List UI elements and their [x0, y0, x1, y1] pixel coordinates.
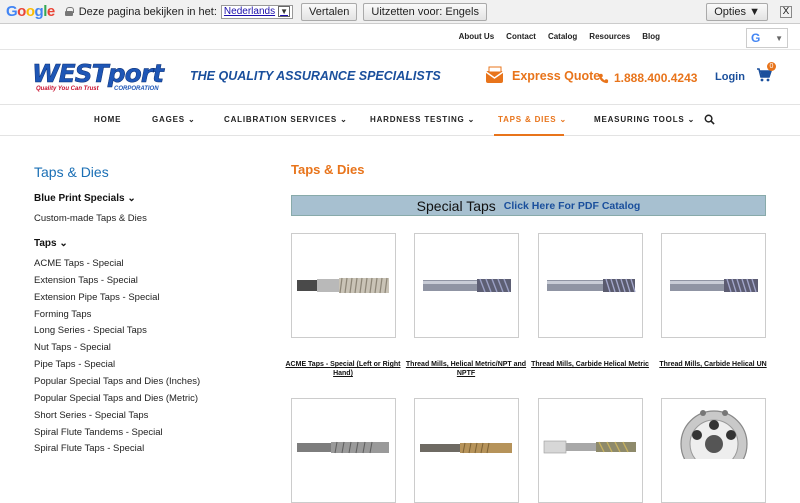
die-image — [680, 410, 748, 478]
translate-message: Deze pagina bekijken in het: — [78, 5, 217, 18]
product-caption[interactable]: Thread Mills, Helical Metric/NPT and NPT… — [401, 360, 531, 378]
main-nav: HOME GAGES ⌄ CALIBRATION SERVICES ⌄ HARD… — [0, 106, 800, 136]
sidebar-item[interactable]: Nut Taps - Special — [34, 342, 111, 353]
sidebar-item[interactable]: ACME Taps - Special — [34, 258, 124, 269]
chevron-down-icon: ⌄ — [127, 193, 136, 204]
nav-link-catalog[interactable]: Catalog — [548, 32, 577, 41]
lock-icon — [64, 7, 74, 16]
dropdown-arrow-icon: ▼ — [775, 33, 783, 43]
product-card-thread-mills-carbide-metric[interactable] — [538, 233, 643, 338]
sidebar-item[interactable]: Forming Taps — [34, 309, 91, 320]
nav-link-resources[interactable]: Resources — [589, 32, 630, 41]
phone-icon — [598, 73, 609, 83]
translate-button[interactable]: Vertalen — [301, 2, 358, 21]
turn-off-translation-button[interactable]: Uitzetten voor: Engels — [363, 2, 487, 21]
google-translate-widget[interactable]: G ▼ — [746, 28, 788, 48]
close-translate-bar-button[interactable]: X — [780, 5, 792, 18]
product-card[interactable] — [291, 398, 396, 503]
sidebar-item[interactable]: Pipe Taps - Special — [34, 359, 115, 370]
search-icon[interactable] — [704, 114, 715, 125]
sidebar-section-taps[interactable]: Taps ⌄ — [34, 238, 68, 249]
express-quote-button[interactable]: Express Quote — [484, 66, 600, 86]
product-card[interactable] — [661, 398, 766, 503]
product-caption[interactable]: Thread Mills, Carbide Helical UN — [648, 360, 778, 369]
chevron-down-icon: ⌄ — [467, 115, 476, 124]
active-nav-indicator — [494, 134, 564, 136]
chevron-down-icon: ⌄ — [187, 115, 196, 124]
nav-taps-dies[interactable]: TAPS & DIES ⌄ — [498, 115, 567, 124]
nav-link-about-us[interactable]: About Us — [459, 32, 495, 41]
thread-mill-image — [670, 278, 758, 293]
nav-calibration-services[interactable]: CALIBRATION SERVICES ⌄ — [224, 115, 348, 124]
product-card-acme-taps[interactable] — [291, 233, 396, 338]
sidebar-item[interactable]: Popular Special Taps and Dies (Metric) — [34, 393, 198, 404]
nav-link-contact[interactable]: Contact — [506, 32, 536, 41]
sidebar-item[interactable]: Popular Special Taps and Dies (Inches) — [34, 376, 200, 387]
cart-button[interactable]: 0 — [756, 62, 776, 83]
site-header: WESTport Quality You Can Trust CORPORATI… — [0, 51, 800, 105]
sidebar-section-blue-print-specials[interactable]: Blue Print Specials ⌄ — [34, 193, 136, 204]
chevron-down-icon: ⌄ — [340, 115, 348, 124]
options-button[interactable]: Opties ▼ — [706, 2, 768, 21]
westport-logo[interactable]: WESTport Quality You Can Trust CORPORATI… — [30, 59, 175, 95]
sidebar-item[interactable]: Extension Taps - Special — [34, 275, 138, 286]
utility-nav: About Us Contact Catalog Resources Blog — [0, 24, 800, 50]
nav-home[interactable]: HOME — [94, 115, 121, 124]
thread-mill-image — [547, 278, 636, 293]
nav-link-blog[interactable]: Blog — [642, 32, 660, 41]
special-taps-banner: Special Taps Click Here For PDF Catalog — [291, 195, 766, 216]
sidebar-item[interactable]: Spiral Flute Taps - Special — [34, 443, 144, 454]
drill-image — [543, 440, 636, 454]
product-caption[interactable]: ACME Taps - Special (Left or Right Hand) — [278, 360, 408, 378]
pdf-catalog-link[interactable]: Click Here For PDF Catalog — [504, 200, 641, 212]
nav-measuring-tools[interactable]: MEASURING TOOLS ⌄ — [594, 115, 695, 124]
sidebar-title: Taps & Dies — [34, 164, 109, 180]
google-translate-bar: Google Deze pagina bekijken in het: Nede… — [0, 0, 800, 24]
chevron-down-icon: ⌄ — [59, 238, 68, 249]
page-title: Taps & Dies — [291, 162, 365, 177]
chevron-down-icon: ⌄ — [687, 115, 696, 124]
tap-image — [297, 277, 389, 294]
language-select[interactable]: Nederlands ▼ — [220, 4, 293, 19]
product-card[interactable] — [538, 398, 643, 503]
google-g-icon: G — [751, 31, 761, 45]
email-quote-icon — [485, 66, 504, 83]
banner-title: Special Taps — [416, 197, 496, 214]
login-link[interactable]: Login — [715, 71, 745, 83]
thread-mill-image — [423, 278, 511, 293]
nav-gages[interactable]: GAGES ⌄ — [152, 115, 195, 124]
dropdown-arrow-icon: ▼ — [278, 6, 290, 17]
sidebar-item[interactable]: Extension Pipe Taps - Special — [34, 292, 160, 303]
phone-link[interactable]: 1.888.400.4243 — [598, 71, 697, 85]
sidebar-item[interactable]: Long Series - Special Taps — [34, 325, 147, 336]
tap-image — [420, 442, 512, 454]
nav-hardness-testing[interactable]: HARDNESS TESTING ⌄ — [370, 115, 475, 124]
google-logo: Google — [6, 3, 55, 20]
sidebar-item[interactable]: Spiral Flute Tandems - Special — [34, 427, 163, 438]
product-card-thread-mills-helical[interactable] — [414, 233, 519, 338]
chevron-down-icon: ⌄ — [559, 115, 567, 124]
cart-count-badge: 0 — [767, 62, 776, 71]
product-card[interactable] — [414, 398, 519, 503]
sidebar-item[interactable]: Short Series - Special Taps — [34, 410, 148, 421]
product-card-thread-mills-carbide-un[interactable] — [661, 233, 766, 338]
product-caption[interactable]: Thread Mills, Carbide Helical Metric — [525, 360, 655, 369]
sidebar-item[interactable]: Custom-made Taps & Dies — [34, 213, 147, 224]
tap-image — [297, 441, 389, 454]
slogan: THE QUALITY ASSURANCE SPECIALISTS — [190, 69, 441, 83]
